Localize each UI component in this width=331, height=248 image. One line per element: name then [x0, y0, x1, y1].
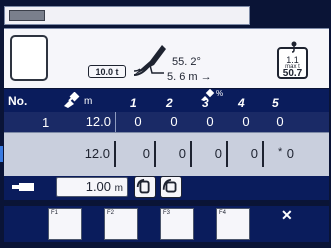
boom-angle: 55. 2°: [172, 56, 201, 68]
close-icon[interactable]: ✕: [281, 207, 293, 224]
satellite-icon: [64, 92, 80, 108]
radius-arrow-icon: →: [200, 71, 212, 83]
header-col-5: 5: [272, 96, 279, 110]
row-selection-indicator: [0, 146, 3, 162]
f4-label: F4: [219, 210, 227, 216]
length-unit: m: [114, 183, 123, 194]
status-chip: [9, 10, 45, 21]
rotate-icon: [136, 178, 150, 194]
table-header: No. m 1 2 3 4 5 %: [4, 89, 329, 112]
f1-key[interactable]: F1: [48, 208, 82, 240]
f2-label: F2: [107, 210, 115, 216]
length-value: 1.00: [85, 179, 112, 194]
header-no: No.: [8, 94, 28, 108]
control-bar: 1.00 m: [4, 176, 329, 200]
f3-key[interactable]: F3: [160, 208, 194, 240]
satellite-icon: [201, 89, 215, 101]
f1-label: F1: [51, 210, 59, 216]
header-col-4: 4: [238, 96, 245, 110]
weight-badge: 10.0 t: [88, 65, 126, 78]
header-col-2: 2: [166, 96, 173, 110]
row-cell-2: 0: [170, 114, 178, 129]
f4-key[interactable]: F4: [216, 208, 250, 240]
app-frame: 10.0 t 55. 2° 5. 6 m → 1.1 max t 50.7 No…: [0, 0, 331, 248]
max-load-box: 1.1 max t 50.7: [277, 41, 308, 79]
percent-input-4[interactable]: 0: [228, 141, 264, 167]
edit-row: 12.0 0 0 0 0 * 0: [4, 132, 329, 176]
header-col-1: 1: [130, 96, 137, 110]
title-bar: [4, 6, 250, 25]
row-number: 1: [42, 115, 50, 130]
length-field[interactable]: 1.00 m: [56, 177, 128, 197]
row-cell-5: 0: [276, 114, 284, 129]
radius-value: 5. 6 m: [167, 71, 198, 83]
swing-button[interactable]: [160, 176, 182, 198]
blank-preview-box: [10, 35, 48, 81]
length-input[interactable]: 12.0: [60, 141, 116, 167]
row-cell-1: 0: [134, 114, 142, 129]
swing-icon: [162, 178, 177, 193]
percent-input-5[interactable]: 0: [262, 141, 298, 167]
percent-input-3[interactable]: 0: [192, 141, 228, 167]
row-cell-3: 0: [206, 114, 214, 129]
header-unit: m: [84, 96, 93, 107]
f3-label: F3: [163, 210, 171, 216]
f2-key[interactable]: F2: [104, 208, 138, 240]
percent-input-1[interactable]: 0: [120, 141, 156, 167]
rotate-button[interactable]: [134, 176, 156, 198]
header-percent: %: [216, 89, 224, 98]
crane-info-panel: 10.0 t 55. 2° 5. 6 m → 1.1 max t 50.7: [4, 28, 329, 88]
telescopic-arm-icon: [12, 183, 34, 191]
hook-icon: [291, 41, 297, 53]
crane-icon: [133, 45, 166, 76]
table-row[interactable]: 1 12.0 0 0 0 0 0: [4, 112, 329, 132]
working-radius: 5. 6 m →: [167, 71, 212, 83]
row-length-value: 12.0: [60, 112, 116, 132]
percent-input-2[interactable]: 0: [156, 141, 192, 167]
max-load-value: 50.7: [282, 68, 303, 79]
row-cell-4: 0: [242, 114, 250, 129]
